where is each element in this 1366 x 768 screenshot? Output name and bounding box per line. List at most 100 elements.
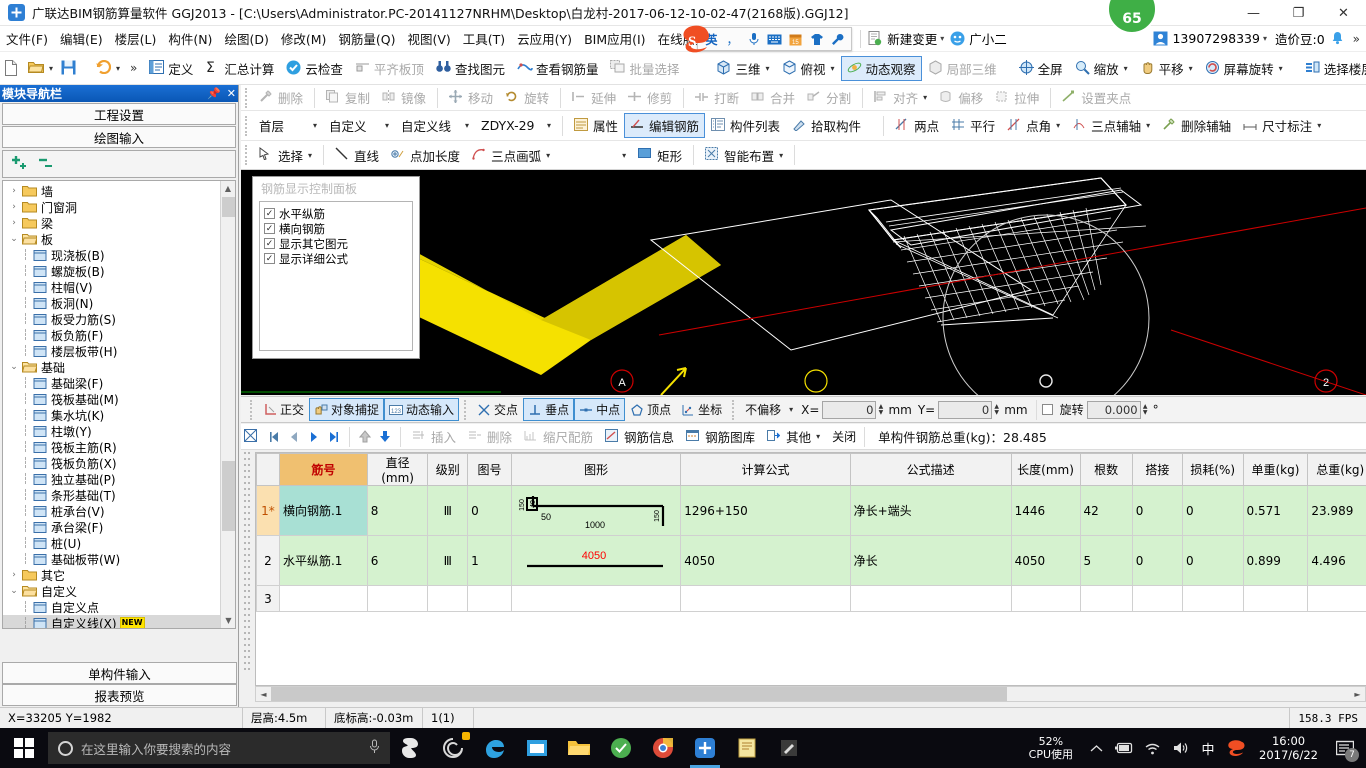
member-list-button[interactable]: 构件列表: [705, 113, 786, 138]
nav-tab-single-member-input[interactable]: 单构件输入: [2, 662, 237, 684]
taskbar-app-notepad[interactable]: [726, 728, 768, 768]
chevron-down-icon[interactable]: ▾: [940, 34, 944, 43]
start-button[interactable]: [0, 728, 48, 768]
tree-twisty-icon[interactable]: ⌄: [7, 586, 21, 596]
tree-item-23[interactable]: ┆ 基础板带(W): [3, 551, 225, 567]
local-3d-button[interactable]: 局部三维: [922, 56, 1003, 81]
zoom-chevron-down-icon[interactable]: ▾: [1124, 64, 1128, 73]
cell-diameter[interactable]: [366, 585, 429, 612]
properties-button[interactable]: 属性: [568, 113, 624, 138]
trim-button[interactable]: 修剪: [622, 85, 678, 110]
offset-mode-select[interactable]: 不偏移 ▾: [740, 398, 798, 421]
break-button[interactable]: 打断: [689, 85, 745, 110]
cell-diameter[interactable]: 8: [366, 485, 429, 536]
other-chevron-down-icon[interactable]: ▾: [816, 432, 820, 441]
col-header-lap[interactable]: 搭接: [1131, 453, 1183, 486]
snap-perpendicular[interactable]: 垂点: [523, 398, 575, 421]
cell-unit-weight[interactable]: [1242, 585, 1309, 612]
rebar-option-row[interactable]: ✓ 水平纵筋: [264, 206, 412, 221]
account-button[interactable]: 13907298339 ▾: [1153, 31, 1267, 47]
ortho-toggle[interactable]: 正交: [258, 398, 309, 421]
category-chevron-down-icon[interactable]: ▾: [385, 121, 389, 130]
add-icon[interactable]: [10, 154, 29, 174]
cell-count[interactable]: 5: [1079, 535, 1133, 586]
summary-calc-button[interactable]: Σ 汇总计算: [199, 56, 280, 81]
volume-icon[interactable]: [1167, 728, 1193, 768]
move-button[interactable]: 移动: [443, 85, 499, 110]
cell-count[interactable]: [1079, 585, 1133, 612]
col-header-loss[interactable]: 损耗(%): [1181, 453, 1244, 486]
keyboard-icon[interactable]: [765, 30, 784, 49]
next-record-button[interactable]: [304, 427, 324, 447]
offset-mode-chevron-down-icon[interactable]: ▾: [789, 405, 793, 414]
clock[interactable]: 16:00 2017/6/22: [1251, 734, 1326, 762]
cell-rebar-name[interactable]: [278, 585, 368, 612]
cell-unit-weight[interactable]: 0.571: [1242, 485, 1309, 536]
pin-icon[interactable]: 📌: [207, 87, 221, 100]
line-tool-button[interactable]: 直线: [329, 143, 385, 168]
open-file-chevron-down-icon[interactable]: ▾: [49, 64, 53, 73]
copy-button[interactable]: 复制: [320, 85, 376, 110]
col-header-diameter[interactable]: 直径(mm): [366, 453, 429, 486]
scroll-left-button[interactable]: ◄: [256, 687, 271, 701]
tree-twisty-icon[interactable]: ⌄: [7, 362, 21, 372]
edit-rebar-button[interactable]: 编辑钢筋: [624, 113, 706, 138]
tree-scroll-thumb[interactable]: [222, 197, 235, 217]
category-select[interactable]: 自定义 ▾: [323, 113, 395, 138]
cell-loss[interactable]: [1181, 585, 1244, 612]
mic-icon[interactable]: [369, 739, 380, 758]
cell-count[interactable]: 42: [1079, 485, 1133, 536]
search-box[interactable]: 在这里输入你要搜索的内容: [48, 732, 390, 764]
stretch-button[interactable]: 拉伸: [989, 85, 1045, 110]
draw-combo[interactable]: ▾: [562, 148, 632, 163]
maximize-button[interactable]: ❐: [1276, 0, 1321, 26]
tree-item-24[interactable]: › 其它: [3, 567, 225, 583]
cell-rebar-name[interactable]: 水平纵筋.1: [278, 535, 368, 586]
cell-lap[interactable]: 0: [1131, 485, 1183, 536]
first-record-button[interactable]: [264, 427, 284, 447]
select-floor-button[interactable]: 选择楼层: [1299, 56, 1366, 81]
sogou-tray-icon[interactable]: [1223, 728, 1249, 768]
battery-icon[interactable]: [1111, 728, 1137, 768]
tree-item-21[interactable]: ┆ 承台梁(F): [3, 519, 225, 535]
rebar-library-button[interactable]: 钢筋图库: [680, 424, 761, 449]
menu-item-floor[interactable]: 楼层(L): [109, 27, 163, 50]
table-row[interactable]: 1* 横向钢筋.1 8 Ⅲ 0 150 40 50 1000 150 1296+…: [256, 485, 1366, 536]
cell-figure-no[interactable]: 1: [467, 535, 512, 586]
rebar-info-button[interactable]: 钢筋信息: [599, 424, 680, 449]
snap-intersection[interactable]: 交点: [472, 398, 523, 421]
move-up-button[interactable]: [355, 427, 375, 447]
cell-length[interactable]: 1446: [1010, 485, 1081, 536]
rebar-display-control-panel[interactable]: 钢筋显示控制面板 ✓ 水平纵筋 ✓ 横向钢筋 ✓ 显示其它图元 ✓ 显示详细公式: [252, 176, 420, 359]
tree-item-16[interactable]: ┆ 筏板主筋(R): [3, 439, 225, 455]
cell-figure[interactable]: [510, 585, 682, 612]
merge-button[interactable]: 合并: [745, 85, 801, 110]
arc-tool-button[interactable]: 三点画弧 ▾: [466, 143, 556, 168]
tree-twisty-icon[interactable]: ⌄: [7, 234, 21, 244]
cell-description[interactable]: 净长+端头: [849, 485, 1012, 536]
calendar-icon[interactable]: 15: [786, 30, 805, 49]
split-button[interactable]: 分割: [801, 85, 857, 110]
dimension-chevron-down-icon[interactable]: ▾: [1317, 121, 1321, 130]
cell-grade[interactable]: Ⅲ: [427, 485, 469, 536]
cell-grade[interactable]: [427, 585, 469, 612]
cell-length[interactable]: [1010, 585, 1081, 612]
taskbar-app-explorer[interactable]: [558, 728, 600, 768]
y-input[interactable]: 0: [938, 400, 993, 419]
menu-item-cloud[interactable]: 云应用(Y): [511, 27, 578, 50]
tree-item-26[interactable]: ┆ 自定义点: [3, 599, 225, 615]
remove-icon[interactable]: [37, 154, 56, 174]
floor-select[interactable]: 首层 ▾: [253, 113, 323, 138]
tree-item-22[interactable]: ┆ 桩(U): [3, 535, 225, 551]
snap-midpoint[interactable]: 中点: [574, 398, 626, 421]
tree-item-20[interactable]: ┆ 桩承台(V): [3, 503, 225, 519]
cell-formula[interactable]: [680, 585, 851, 612]
fullscreen-button[interactable]: 全屏: [1013, 56, 1069, 81]
tree-scroll-thumb-2[interactable]: [222, 461, 235, 531]
nav-tab-drawing-input[interactable]: 绘图输入: [2, 126, 236, 148]
cell-description[interactable]: 净长: [849, 535, 1012, 586]
new-file-button[interactable]: [0, 57, 24, 79]
tree-item-10[interactable]: ┆ 楼层板带(H): [3, 343, 225, 359]
three-point-axis-button[interactable]: 三点辅轴 ▾: [1066, 113, 1156, 138]
new-change-button[interactable]: 新建变更 ▾: [868, 29, 944, 48]
